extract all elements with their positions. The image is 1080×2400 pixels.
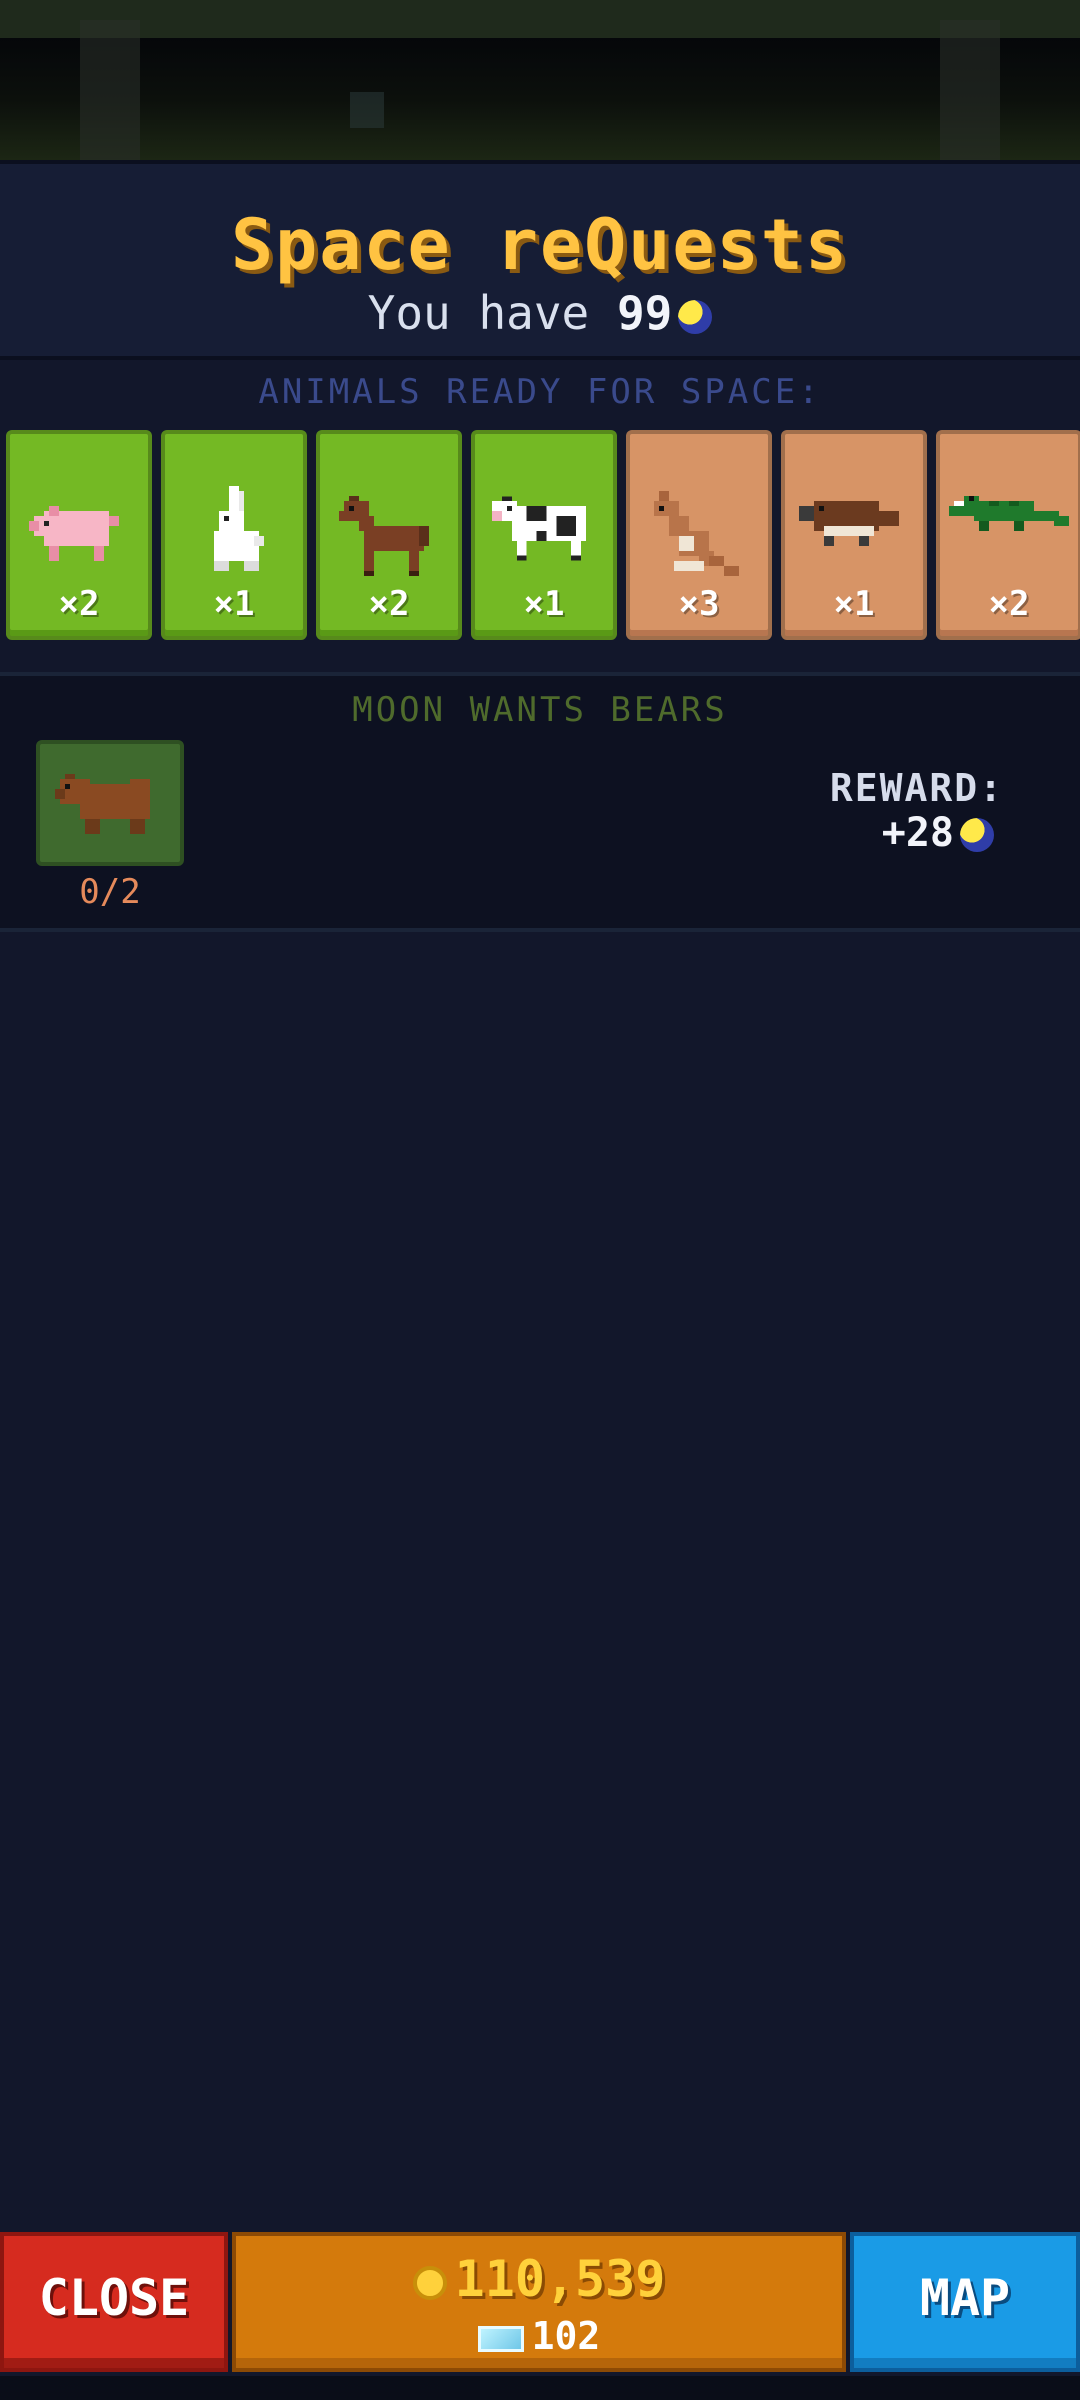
animal-count: ×1 [833, 584, 875, 624]
reward-label: REWARD: [829, 766, 1004, 810]
animal-card-horse[interactable]: ×2 [316, 430, 462, 640]
scene-character [350, 92, 384, 128]
space-requests-screen: Space reQuests You have 99 ANIMALS READY… [0, 0, 1080, 2400]
currency-display: 110,539 102 [232, 2232, 846, 2372]
bear-icon [55, 774, 150, 834]
animal-card-cow[interactable]: ×1 [471, 430, 617, 640]
coin-balance: 110,539 [236, 2250, 842, 2308]
crocodile-icon [949, 496, 1069, 531]
pig-icon [29, 506, 119, 561]
screen-bottom-edge [0, 2376, 1080, 2400]
scene-pillar [940, 20, 1000, 160]
moon-coin-icon [678, 299, 713, 334]
moon-coin-balance: You have 99 [0, 286, 1080, 340]
animal-card-crocodile[interactable]: ×2 [936, 430, 1080, 640]
gem-balance: 102 [236, 2314, 842, 2358]
gem-value: 102 [531, 2314, 601, 2358]
animal-card-row[interactable]: ×2 ×1 ×2 ×1 ×3 ×1 ×2 [0, 426, 1080, 646]
cow-icon [492, 496, 587, 561]
scene-pillar [80, 20, 140, 160]
gem-icon [477, 2325, 524, 2352]
rabbit-icon [214, 486, 264, 571]
animal-count: ×1 [213, 584, 255, 624]
animal-count: ×2 [58, 584, 100, 624]
requests-header: Space reQuests You have 99 [0, 160, 1080, 360]
animal-card-rabbit[interactable]: ×1 [161, 430, 307, 640]
balance-prefix: You have [367, 286, 590, 340]
animal-count: ×2 [368, 584, 410, 624]
animals-ready-label: ANIMALS READY FOR SPACE: [258, 372, 822, 412]
reward-value: +28 [881, 810, 954, 856]
reward-value-row: +28 [882, 810, 994, 856]
platypus-icon [799, 501, 899, 546]
animal-card-kangaroo[interactable]: ×3 [626, 430, 772, 640]
map-button[interactable]: MAP [850, 2232, 1080, 2372]
kangaroo-icon [654, 491, 739, 576]
moon-coin-icon [960, 818, 994, 852]
animal-card-pig[interactable]: ×2 [6, 430, 152, 640]
horse-icon [339, 496, 429, 576]
request-progress: 0/2 [79, 872, 141, 912]
page-title: Space reQuests [230, 204, 849, 286]
moon-request-panel: MOON WANTS BEARS 0/2 REWARD: +28 [0, 672, 1080, 932]
animal-count: ×3 [678, 584, 720, 624]
balance-value: 99 [616, 286, 673, 340]
coin-icon [412, 2265, 447, 2300]
animal-count: ×2 [988, 584, 1030, 624]
coin-value: 110,539 [454, 2250, 666, 2308]
animal-card-platypus[interactable]: ×1 [781, 430, 927, 640]
animal-count: ×1 [523, 584, 565, 624]
requested-animal-slot[interactable] [36, 740, 184, 866]
game-scene-background [0, 0, 1080, 160]
request-title: MOON WANTS BEARS [352, 690, 728, 730]
close-button[interactable]: CLOSE [0, 2232, 228, 2372]
bottom-bar: CLOSE 110,539 102 MAP [0, 2230, 1080, 2380]
